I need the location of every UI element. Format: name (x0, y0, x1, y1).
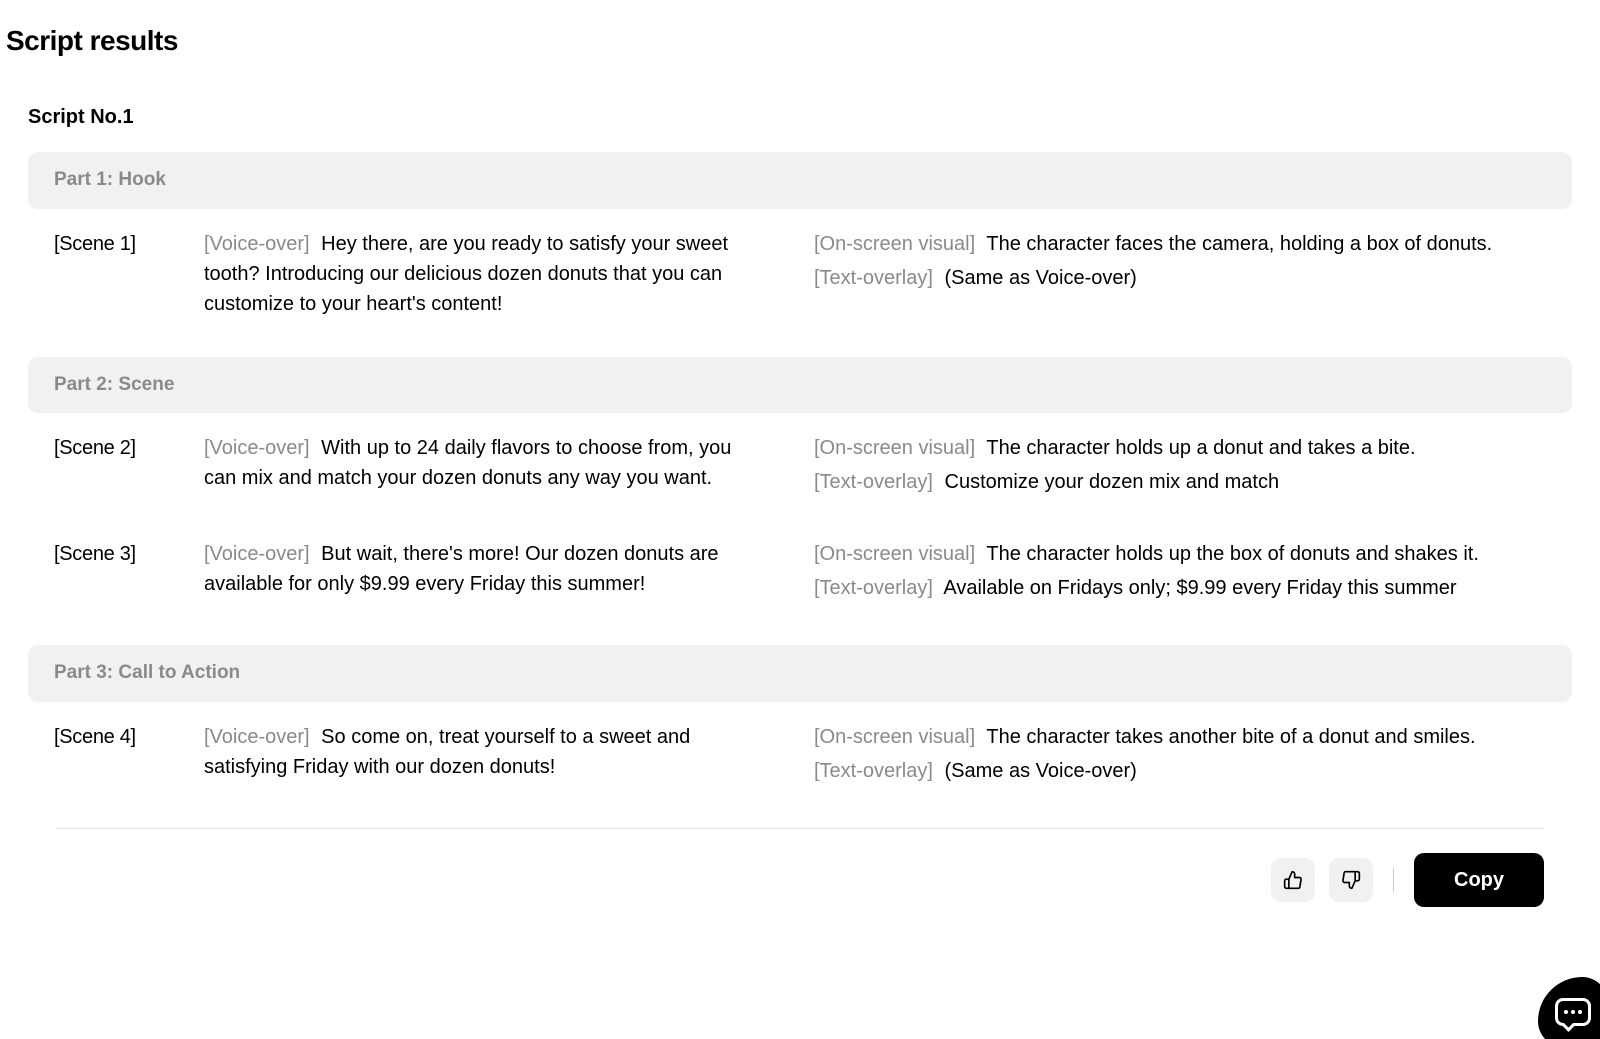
scene-label: [Scene 3] (54, 539, 184, 607)
scene-row: [Scene 2] [Voice-over] With up to 24 dai… (28, 433, 1572, 539)
part-header: Part 3: Call to Action (28, 645, 1572, 702)
on-screen-tag: [On-screen visual] (814, 437, 975, 459)
chat-icon (1555, 998, 1591, 1026)
scene-row: [Scene 4] [Voice-over] So come on, treat… (28, 722, 1572, 828)
on-screen-text: The character faces the camera, holding … (986, 233, 1492, 255)
visual-column: [On-screen visual] The character takes a… (784, 722, 1546, 790)
script-block: Script No.1 Part 1: Hook [Scene 1] [Voic… (0, 72, 1600, 927)
text-overlay-tag: [Text-overlay] (814, 267, 933, 289)
visual-column: [On-screen visual] The character holds u… (784, 539, 1546, 607)
part-header: Part 1: Hook (28, 152, 1572, 209)
part-header: Part 2: Scene (28, 357, 1572, 414)
voice-over-tag: [Voice-over] (204, 437, 310, 459)
on-screen-text: The character holds up a donut and takes… (986, 437, 1415, 459)
divider (1393, 868, 1394, 892)
visual-column: [On-screen visual] The character holds u… (784, 433, 1546, 501)
thumbs-up-button[interactable] (1271, 858, 1315, 902)
thumbs-down-button[interactable] (1329, 858, 1373, 902)
script-number-title: Script No.1 (28, 72, 1572, 152)
page-title: Script results (0, 0, 1600, 72)
voice-over-column: [Voice-over] With up to 24 daily flavors… (204, 433, 764, 501)
scene-label: [Scene 4] (54, 722, 184, 790)
footer-actions: Copy (56, 828, 1544, 907)
thumbs-down-icon (1341, 870, 1361, 890)
on-screen-tag: [On-screen visual] (814, 233, 975, 255)
chat-fab[interactable] (1538, 977, 1600, 1039)
scene-label: [Scene 2] (54, 433, 184, 501)
text-overlay-text: (Same as Voice-over) (945, 267, 1137, 289)
visual-column: [On-screen visual] The character faces t… (784, 229, 1546, 319)
text-overlay-tag: [Text-overlay] (814, 577, 933, 599)
copy-button[interactable]: Copy (1414, 853, 1544, 907)
voice-over-column: [Voice-over] So come on, treat yourself … (204, 722, 764, 790)
on-screen-tag: [On-screen visual] (814, 543, 975, 565)
scene-row: [Scene 3] [Voice-over] But wait, there's… (28, 539, 1572, 645)
text-overlay-text: (Same as Voice-over) (945, 760, 1137, 782)
voice-over-column: [Voice-over] But wait, there's more! Our… (204, 539, 764, 607)
text-overlay-tag: [Text-overlay] (814, 760, 933, 782)
voice-over-tag: [Voice-over] (204, 726, 310, 748)
thumbs-up-icon (1283, 870, 1303, 890)
on-screen-text: The character holds up the box of donuts… (986, 543, 1479, 565)
voice-over-tag: [Voice-over] (204, 543, 310, 565)
scene-label: [Scene 1] (54, 229, 184, 319)
on-screen-text: The character takes another bite of a do… (986, 726, 1475, 748)
on-screen-tag: [On-screen visual] (814, 726, 975, 748)
scene-row: [Scene 1] [Voice-over] Hey there, are yo… (28, 229, 1572, 357)
voice-over-tag: [Voice-over] (204, 233, 310, 255)
text-overlay-text: Customize your dozen mix and match (945, 471, 1280, 493)
voice-over-column: [Voice-over] Hey there, are you ready to… (204, 229, 764, 319)
text-overlay-text: Available on Fridays only; $9.99 every F… (943, 577, 1456, 599)
text-overlay-tag: [Text-overlay] (814, 471, 933, 493)
